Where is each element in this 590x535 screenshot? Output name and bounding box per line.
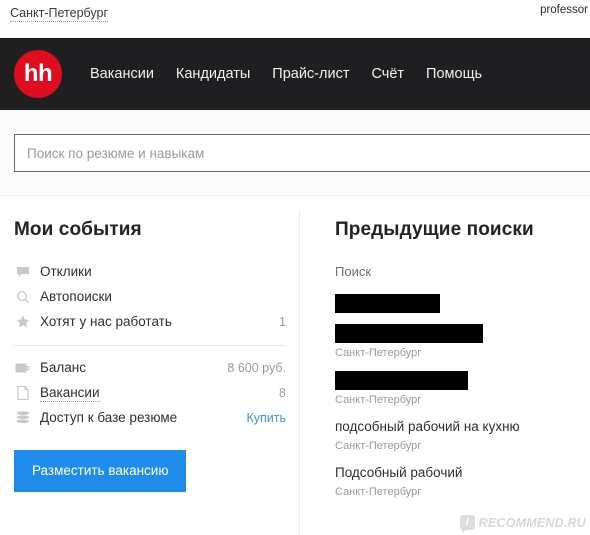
top-utility-bar: Санкт-Петербург professor [0, 0, 590, 38]
event-row-responses[interactable]: Отклики [14, 259, 286, 284]
search-band [0, 110, 590, 196]
previous-searches-column: Предыдущие поиски Поиск Санкт-Петербург … [335, 196, 590, 510]
event-row-want-to-work[interactable]: Хотят у нас работать 1 [14, 309, 286, 334]
nav-items: Вакансии Кандидаты Прайс-лист Счёт Помощ… [90, 38, 482, 110]
list-item[interactable]: Санкт-Петербург [335, 371, 590, 407]
magnifier-icon [14, 289, 31, 305]
my-events-column: Мои события Отклики Автопоиски Хотят у н… [14, 196, 286, 492]
column-divider [299, 210, 300, 535]
event-label-responses: Отклики [40, 264, 92, 279]
account-row-balance[interactable]: Баланс 8 600 руб. [14, 355, 286, 380]
nav-item-pricelist[interactable]: Прайс-лист [272, 65, 349, 83]
account-row-vacancies[interactable]: Вакансии 8 [14, 380, 286, 405]
city-selector[interactable]: Санкт-Петербург [10, 6, 109, 22]
event-value-want-to-work: 1 [279, 314, 286, 329]
list-item[interactable]: Санкт-Петербург [335, 324, 590, 360]
watermark-text: RECOMMEND.RU [478, 515, 586, 530]
previous-searches-title: Предыдущие поиски [335, 219, 534, 240]
hh-logo-text: hh [23, 60, 53, 87]
previous-searches-column-label: Поиск [335, 264, 372, 279]
event-row-autosearches[interactable]: Автопоиски [14, 284, 286, 309]
speech-bubble-badge-icon: I [459, 515, 475, 533]
account-value-balance: 8 600 руб. [227, 360, 286, 375]
document-icon [14, 385, 31, 401]
my-events-title: Мои события [14, 219, 142, 240]
event-label-autosearches: Автопоиски [40, 289, 112, 304]
redacted-search-term [335, 294, 440, 313]
nav-item-account[interactable]: Счёт [371, 65, 404, 83]
entry-city: Санкт-Петербург [335, 486, 422, 498]
speech-bubble-icon [14, 264, 31, 280]
previous-searches-list: Санкт-Петербург Санкт-Петербург подсобны… [335, 294, 590, 499]
account-label-resume-database: Доступ к базе резюме [40, 410, 178, 425]
buy-resume-access-link[interactable]: Купить [238, 410, 286, 426]
irecommend-watermark: I RECOMMEND.RU [459, 515, 586, 533]
star-icon [14, 314, 31, 330]
list-item[interactable]: Подсобный рабочий Санкт-Петербург [335, 464, 590, 499]
nav-item-vacancies[interactable]: Вакансии [90, 65, 154, 83]
main-content: Мои события Отклики Автопоиски Хотят у н… [0, 196, 590, 535]
account-row-resume-database[interactable]: Доступ к базе резюме Купить [14, 405, 286, 430]
my-events-list: Отклики Автопоиски Хотят у нас работать … [14, 259, 286, 430]
search-input[interactable] [14, 134, 590, 172]
section-divider [14, 345, 286, 346]
entry-city: Санкт-Петербург [335, 394, 422, 406]
entry-city: Санкт-Петербург [335, 347, 422, 359]
entry-city: Санкт-Петербург [335, 440, 422, 452]
account-name[interactable]: professor [540, 3, 588, 17]
nav-item-candidates[interactable]: Кандидаты [176, 65, 250, 83]
nav-item-help[interactable]: Помощь [426, 65, 482, 83]
main-navigation-bar: hh Вакансии Кандидаты Прайс-лист Счёт По… [0, 38, 590, 110]
account-label-balance: Баланс [40, 360, 86, 375]
entry-title[interactable]: Подсобный рабочий [335, 464, 590, 482]
hh-logo[interactable]: hh [14, 50, 62, 98]
list-item[interactable]: подсобный рабочий на кухню Санкт-Петербу… [335, 418, 590, 453]
database-icon [14, 410, 31, 426]
redacted-search-term [335, 371, 468, 390]
entry-title[interactable]: подсобный рабочий на кухню [335, 418, 590, 436]
event-label-want-to-work: Хотят у нас работать [40, 314, 172, 329]
list-item[interactable] [335, 294, 590, 313]
redacted-search-term [335, 324, 483, 343]
account-value-vacancies: 8 [279, 385, 286, 400]
account-label-vacancies[interactable]: Вакансии [40, 384, 100, 402]
post-vacancy-button[interactable]: Разместить вакансию [14, 450, 187, 492]
wallet-icon [14, 360, 31, 376]
